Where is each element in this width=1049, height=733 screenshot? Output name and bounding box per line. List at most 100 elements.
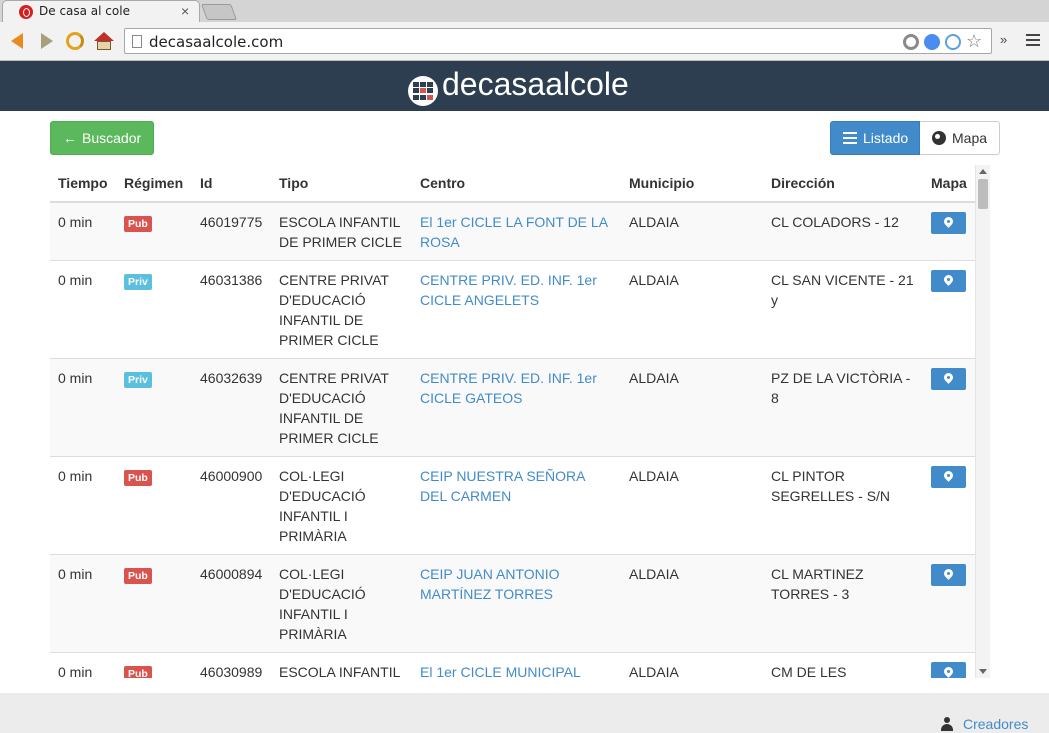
cell-tipo: COL·LEGI D'EDUCACIÓ INFANTIL I PRIMÀRIA	[271, 456, 412, 555]
home-button[interactable]	[93, 30, 115, 52]
regimen-badge: Priv	[124, 372, 152, 388]
tab-close-icon[interactable]: ×	[181, 3, 189, 19]
browser-menu-icon[interactable]	[1026, 34, 1040, 48]
centro-link[interactable]: CEIP JUAN ANTONIO MARTÍNEZ TORRES	[420, 566, 560, 602]
extension-wave-icon[interactable]	[945, 34, 961, 50]
cell-direccion: CL PINTOR SEGRELLES - S/N	[763, 456, 923, 555]
url-text[interactable]: decasaalcole.com	[149, 33, 283, 51]
arrow-left-icon: ←	[63, 130, 77, 146]
location-icon[interactable]	[903, 34, 919, 50]
centro-link[interactable]: CENTRE PRIV. ED. INF. 1er CICLE ANGELETS	[420, 272, 597, 308]
cell-municipio: ALDAIA	[621, 652, 763, 678]
site-brand[interactable]: decasaalcole	[442, 66, 629, 103]
extension-google-icon[interactable]	[924, 34, 940, 50]
cell-municipio: ALDAIA	[621, 456, 763, 555]
cell-direccion: CL MARTINEZ TORRES - 3	[763, 554, 923, 653]
list-icon	[843, 132, 857, 144]
map-marker-button[interactable]	[931, 662, 966, 678]
forward-button[interactable]	[36, 30, 58, 52]
regimen-badge: Pub	[124, 666, 152, 678]
centro-link[interactable]: CENTRE PRIV. ED. INF. 1er CICLE GATEOS	[420, 370, 597, 406]
results-table-container[interactable]: Tiempo Régimen Id Tipo Centro Municipio …	[50, 165, 990, 678]
cell-tipo: CENTRE PRIVAT D'EDUCACIÓ INFANTIL DE PRI…	[271, 260, 412, 359]
listado-label: Listado	[863, 130, 909, 146]
map-marker-button[interactable]	[931, 212, 966, 234]
site-favicon-icon	[19, 5, 33, 19]
table-row: 0 min Pub 46000894 COL·LEGI D'EDUCACIÓ I…	[50, 554, 975, 653]
bookmark-star-icon[interactable]: ☆	[966, 32, 982, 50]
table-scrollbar[interactable]	[975, 165, 990, 678]
cell-direccion: CM DE LES	[763, 652, 923, 678]
cell-tipo: COL·LEGI D'EDUCACIÓ INFANTIL I PRIMÀRIA	[271, 554, 412, 653]
new-tab-button[interactable]	[201, 4, 237, 20]
cell-tiempo: 0 min	[50, 456, 116, 555]
results-table: Tiempo Régimen Id Tipo Centro Municipio …	[50, 165, 975, 678]
cell-id: 46019775	[192, 201, 271, 261]
cell-tipo: ESCOLA INFANTIL	[271, 652, 412, 678]
regimen-badge: Pub	[124, 470, 152, 486]
page-icon	[132, 35, 142, 48]
cell-id: 46030989	[192, 652, 271, 678]
column-header-regimen[interactable]: Régimen	[116, 165, 192, 203]
reload-button[interactable]	[64, 30, 86, 52]
tab-strip: De casa al cole ×	[0, 0, 1049, 22]
buscador-label: Buscador	[82, 130, 142, 146]
cell-id: 46031386	[192, 260, 271, 359]
site-logo-icon[interactable]	[408, 76, 438, 106]
cell-tiempo: 0 min	[50, 358, 116, 457]
scroll-down-icon[interactable]	[979, 669, 987, 674]
map-marker-button[interactable]	[931, 564, 966, 586]
map-marker-button[interactable]	[931, 270, 966, 292]
scrollbar-thumb[interactable]	[978, 179, 988, 209]
column-header-id[interactable]: Id	[192, 165, 271, 203]
regimen-badge: Pub	[124, 568, 152, 584]
user-icon	[940, 717, 954, 731]
table-row: 0 min Pub 46030989 ESCOLA INFANTIL El 1e…	[50, 652, 975, 678]
table-row: 0 min Priv 46031386 CENTRE PRIVAT D'EDUC…	[50, 260, 975, 359]
home-icon	[94, 32, 114, 50]
centro-link[interactable]: CEIP NUESTRA SEÑORA DEL CARMEN	[420, 468, 585, 504]
view-toggle: Listado Mapa	[830, 121, 1000, 155]
cell-tipo: ESCOLA INFANTIL DE PRIMER CICLE	[271, 201, 412, 261]
regimen-badge: Priv	[124, 274, 152, 290]
cell-tiempo: 0 min	[50, 201, 116, 261]
globe-icon	[932, 131, 946, 145]
cell-direccion: CL SAN VICENTE - 21 y	[763, 260, 923, 359]
cell-tipo: CENTRE PRIVAT D'EDUCACIÓ INFANTIL DE PRI…	[271, 358, 412, 457]
cell-direccion: CL COLADORS - 12	[763, 201, 923, 261]
extensions-overflow-icon[interactable]: »	[1000, 32, 1007, 47]
cell-id: 46000900	[192, 456, 271, 555]
scroll-up-icon[interactable]	[979, 169, 987, 174]
regimen-badge: Pub	[124, 216, 152, 232]
forward-arrow-icon	[41, 33, 53, 49]
mapa-label: Mapa	[952, 130, 988, 146]
tab-title: De casa al cole	[39, 4, 130, 18]
creadores-link[interactable]: Creadores	[940, 716, 1028, 732]
column-header-tiempo[interactable]: Tiempo	[50, 165, 116, 203]
column-header-centro[interactable]: Centro	[412, 165, 621, 203]
cell-municipio: ALDAIA	[621, 201, 763, 261]
centro-link[interactable]: El 1er CICLE MUNICIPAL	[420, 664, 581, 678]
column-header-direccion[interactable]: Dirección	[763, 165, 923, 203]
reload-icon	[66, 32, 84, 50]
listado-button[interactable]: Listado	[830, 121, 920, 155]
buscador-button[interactable]: ← Buscador	[50, 121, 154, 155]
table-row: 0 min Priv 46032639 CENTRE PRIVAT D'EDUC…	[50, 358, 975, 457]
browser-toolbar: decasaalcole.com ☆ »	[0, 22, 1049, 61]
table-row: 0 min Pub 46019775 ESCOLA INFANTIL DE PR…	[50, 201, 975, 261]
map-marker-button[interactable]	[931, 368, 966, 390]
cell-tiempo: 0 min	[50, 652, 116, 678]
map-marker-button[interactable]	[931, 466, 966, 488]
site-header: decasaalcole	[0, 61, 1049, 111]
cell-municipio: ALDAIA	[621, 554, 763, 653]
back-button[interactable]	[6, 30, 28, 52]
mapa-button[interactable]: Mapa	[920, 121, 1000, 155]
address-bar[interactable]: decasaalcole.com ☆	[124, 28, 992, 54]
column-header-tipo[interactable]: Tipo	[271, 165, 412, 203]
browser-tab[interactable]: De casa al cole ×	[2, 0, 200, 22]
column-header-mapa: Mapa	[923, 165, 975, 203]
column-header-municipio[interactable]: Municipio	[621, 165, 763, 203]
centro-link[interactable]: El 1er CICLE LA FONT DE LA ROSA	[420, 214, 607, 250]
cell-id: 46000894	[192, 554, 271, 653]
back-arrow-icon	[11, 33, 23, 49]
